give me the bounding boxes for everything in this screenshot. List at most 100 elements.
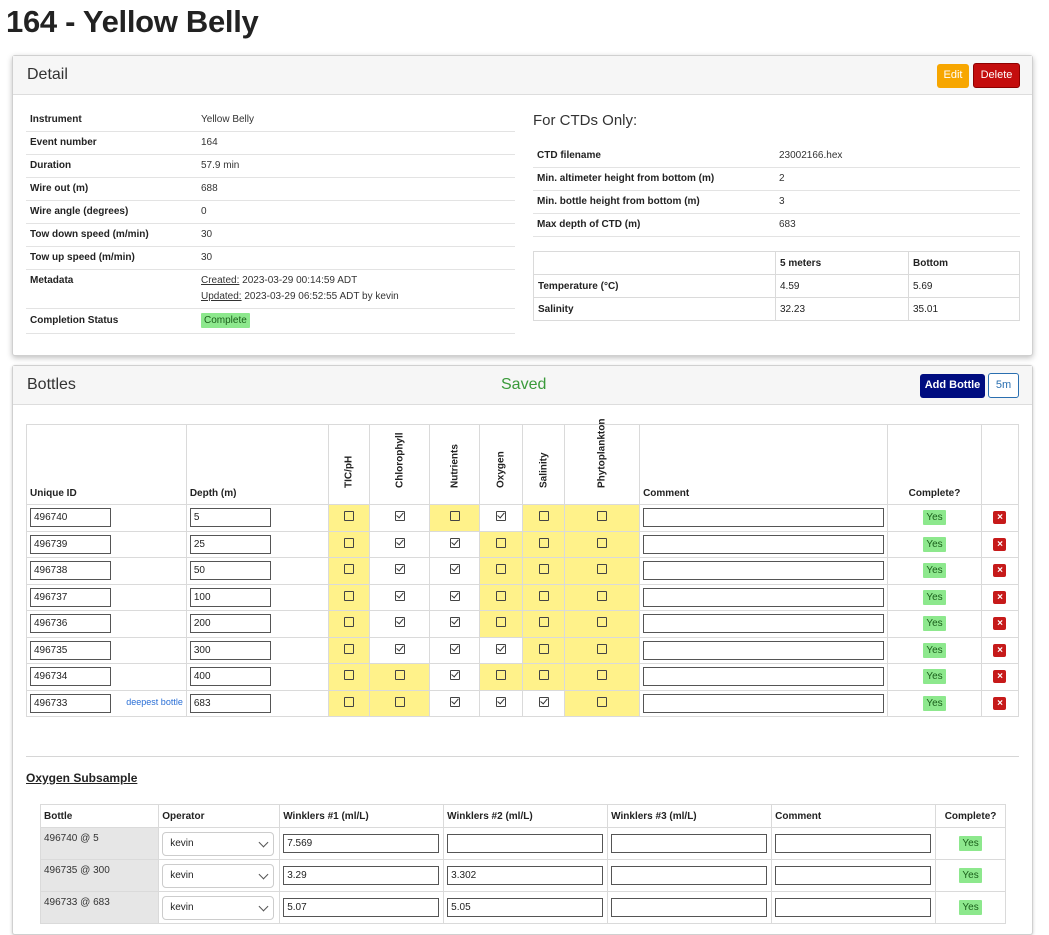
delete-button[interactable]: Delete (973, 63, 1020, 88)
oxygen-checkbox[interactable] (496, 564, 507, 575)
delete-bottle-icon[interactable]: × (993, 537, 1007, 551)
winklers-2-input[interactable]: 3.302 (447, 866, 604, 885)
winklers-2-input[interactable]: 5.05 (447, 898, 604, 917)
bottle-row: 496737 100 Yes × (26, 583, 1020, 611)
oxygen-checkbox[interactable] (496, 670, 507, 681)
delete-bottle-icon[interactable]: × (993, 590, 1007, 604)
bottle-depth-input[interactable]: 300 (189, 640, 271, 660)
bottle-comment-input[interactable] (643, 667, 885, 687)
tic-checkbox[interactable] (343, 617, 354, 628)
nutrients-checkbox[interactable] (449, 537, 460, 548)
bottle-id-input[interactable]: 496733 (30, 693, 111, 713)
phytoplankton-checkbox[interactable] (597, 617, 608, 628)
nutrients-checkbox[interactable] (449, 511, 460, 522)
winklers-3-input[interactable] (611, 898, 768, 917)
operator-select[interactable]: kevin (162, 831, 275, 856)
chlorophyll-checkbox[interactable] (394, 643, 405, 654)
delete-bottle-icon[interactable]: × (993, 696, 1007, 710)
tic-checkbox[interactable] (343, 590, 354, 601)
bottle-id-input[interactable]: 496740 (30, 508, 111, 528)
chlorophyll-checkbox[interactable] (394, 696, 405, 707)
chlorophyll-checkbox[interactable] (394, 564, 405, 575)
bottle-depth-input[interactable]: 25 (189, 534, 271, 554)
winklers-1-input[interactable]: 5.07 (283, 898, 440, 917)
bottle-depth-input[interactable]: 50 (189, 561, 271, 581)
operator-select[interactable]: kevin (162, 895, 275, 920)
winklers-1-input[interactable]: 7.569 (283, 834, 440, 853)
chlorophyll-checkbox[interactable] (394, 617, 405, 628)
bottle-id-input[interactable]: 496734 (30, 667, 111, 687)
bottle-id-input[interactable]: 496735 (30, 640, 111, 660)
salinity-checkbox[interactable] (538, 511, 549, 522)
salinity-checkbox[interactable] (538, 590, 549, 601)
tic-checkbox[interactable] (343, 670, 354, 681)
winklers-1-input[interactable]: 3.29 (283, 866, 440, 885)
phytoplankton-checkbox[interactable] (597, 511, 608, 522)
bottle-id-input[interactable]: 496738 (30, 561, 111, 581)
nutrients-checkbox[interactable] (449, 564, 460, 575)
delete-bottle-icon[interactable]: × (993, 670, 1007, 684)
bottle-comment-input[interactable] (643, 534, 885, 554)
phytoplankton-checkbox[interactable] (597, 590, 608, 601)
salinity-checkbox[interactable] (538, 696, 549, 707)
nutrients-checkbox[interactable] (449, 696, 460, 707)
delete-bottle-icon[interactable]: × (993, 643, 1007, 657)
salinity-checkbox[interactable] (538, 537, 549, 548)
bottle-comment-input[interactable] (643, 614, 885, 634)
bottle-comment-input[interactable] (643, 561, 885, 581)
tic-checkbox[interactable] (343, 537, 354, 548)
delete-bottle-icon[interactable]: × (993, 511, 1007, 525)
nutrients-checkbox[interactable] (449, 643, 460, 654)
tic-checkbox[interactable] (343, 643, 354, 654)
chlorophyll-checkbox[interactable] (394, 590, 405, 601)
comment-input[interactable] (775, 898, 932, 917)
nutrients-checkbox[interactable] (449, 670, 460, 681)
oxygen-checkbox[interactable] (496, 537, 507, 548)
winklers-3-input[interactable] (611, 866, 768, 885)
edit-button[interactable]: Edit (937, 64, 969, 88)
bottle-depth-input[interactable]: 683 (189, 693, 271, 713)
bottle-depth-input[interactable]: 400 (189, 667, 271, 687)
tic-checkbox[interactable] (343, 511, 354, 522)
comment-input[interactable] (775, 866, 932, 885)
salinity-checkbox[interactable] (538, 564, 549, 575)
tic-checkbox[interactable] (343, 564, 354, 575)
oxygen-checkbox[interactable] (496, 511, 507, 522)
phytoplankton-checkbox[interactable] (597, 670, 608, 681)
bottle-comment-input[interactable] (643, 587, 885, 607)
bottle-id-input[interactable]: 496739 (30, 534, 111, 554)
bottle-id-input[interactable]: 496737 (30, 587, 111, 607)
bottle-id-input[interactable]: 496736 (30, 614, 111, 634)
salinity-checkbox[interactable] (538, 643, 549, 654)
salinity-checkbox[interactable] (538, 617, 549, 628)
oxygen-checkbox[interactable] (496, 696, 507, 707)
chlorophyll-checkbox[interactable] (394, 537, 405, 548)
preset-5m-button[interactable]: 5m (988, 373, 1019, 398)
oxygen-checkbox[interactable] (496, 617, 507, 628)
bottle-comment-input[interactable] (643, 640, 885, 660)
chlorophyll-checkbox[interactable] (394, 511, 405, 522)
nutrients-checkbox[interactable] (449, 617, 460, 628)
add-bottle-button[interactable]: Add Bottle (920, 374, 985, 398)
phytoplankton-checkbox[interactable] (597, 537, 608, 548)
oxygen-checkbox[interactable] (496, 643, 507, 654)
bottle-depth-input[interactable]: 100 (189, 587, 271, 607)
delete-bottle-icon[interactable]: × (993, 617, 1007, 631)
nutrients-checkbox[interactable] (449, 590, 460, 601)
oxygen-checkbox[interactable] (496, 590, 507, 601)
bottle-comment-input[interactable] (643, 693, 885, 713)
bottle-depth-input[interactable]: 5 (189, 508, 271, 528)
operator-select[interactable]: kevin (162, 863, 275, 888)
bottle-depth-input[interactable]: 200 (189, 614, 271, 634)
phytoplankton-checkbox[interactable] (597, 696, 608, 707)
phytoplankton-checkbox[interactable] (597, 564, 608, 575)
winklers-3-input[interactable] (611, 834, 768, 853)
phytoplankton-checkbox[interactable] (597, 643, 608, 654)
salinity-checkbox[interactable] (538, 670, 549, 681)
comment-input[interactable] (775, 834, 932, 853)
tic-checkbox[interactable] (343, 696, 354, 707)
delete-bottle-icon[interactable]: × (993, 564, 1007, 578)
winklers-2-input[interactable] (447, 834, 604, 853)
chlorophyll-checkbox[interactable] (394, 670, 405, 681)
bottle-comment-input[interactable] (643, 508, 885, 528)
